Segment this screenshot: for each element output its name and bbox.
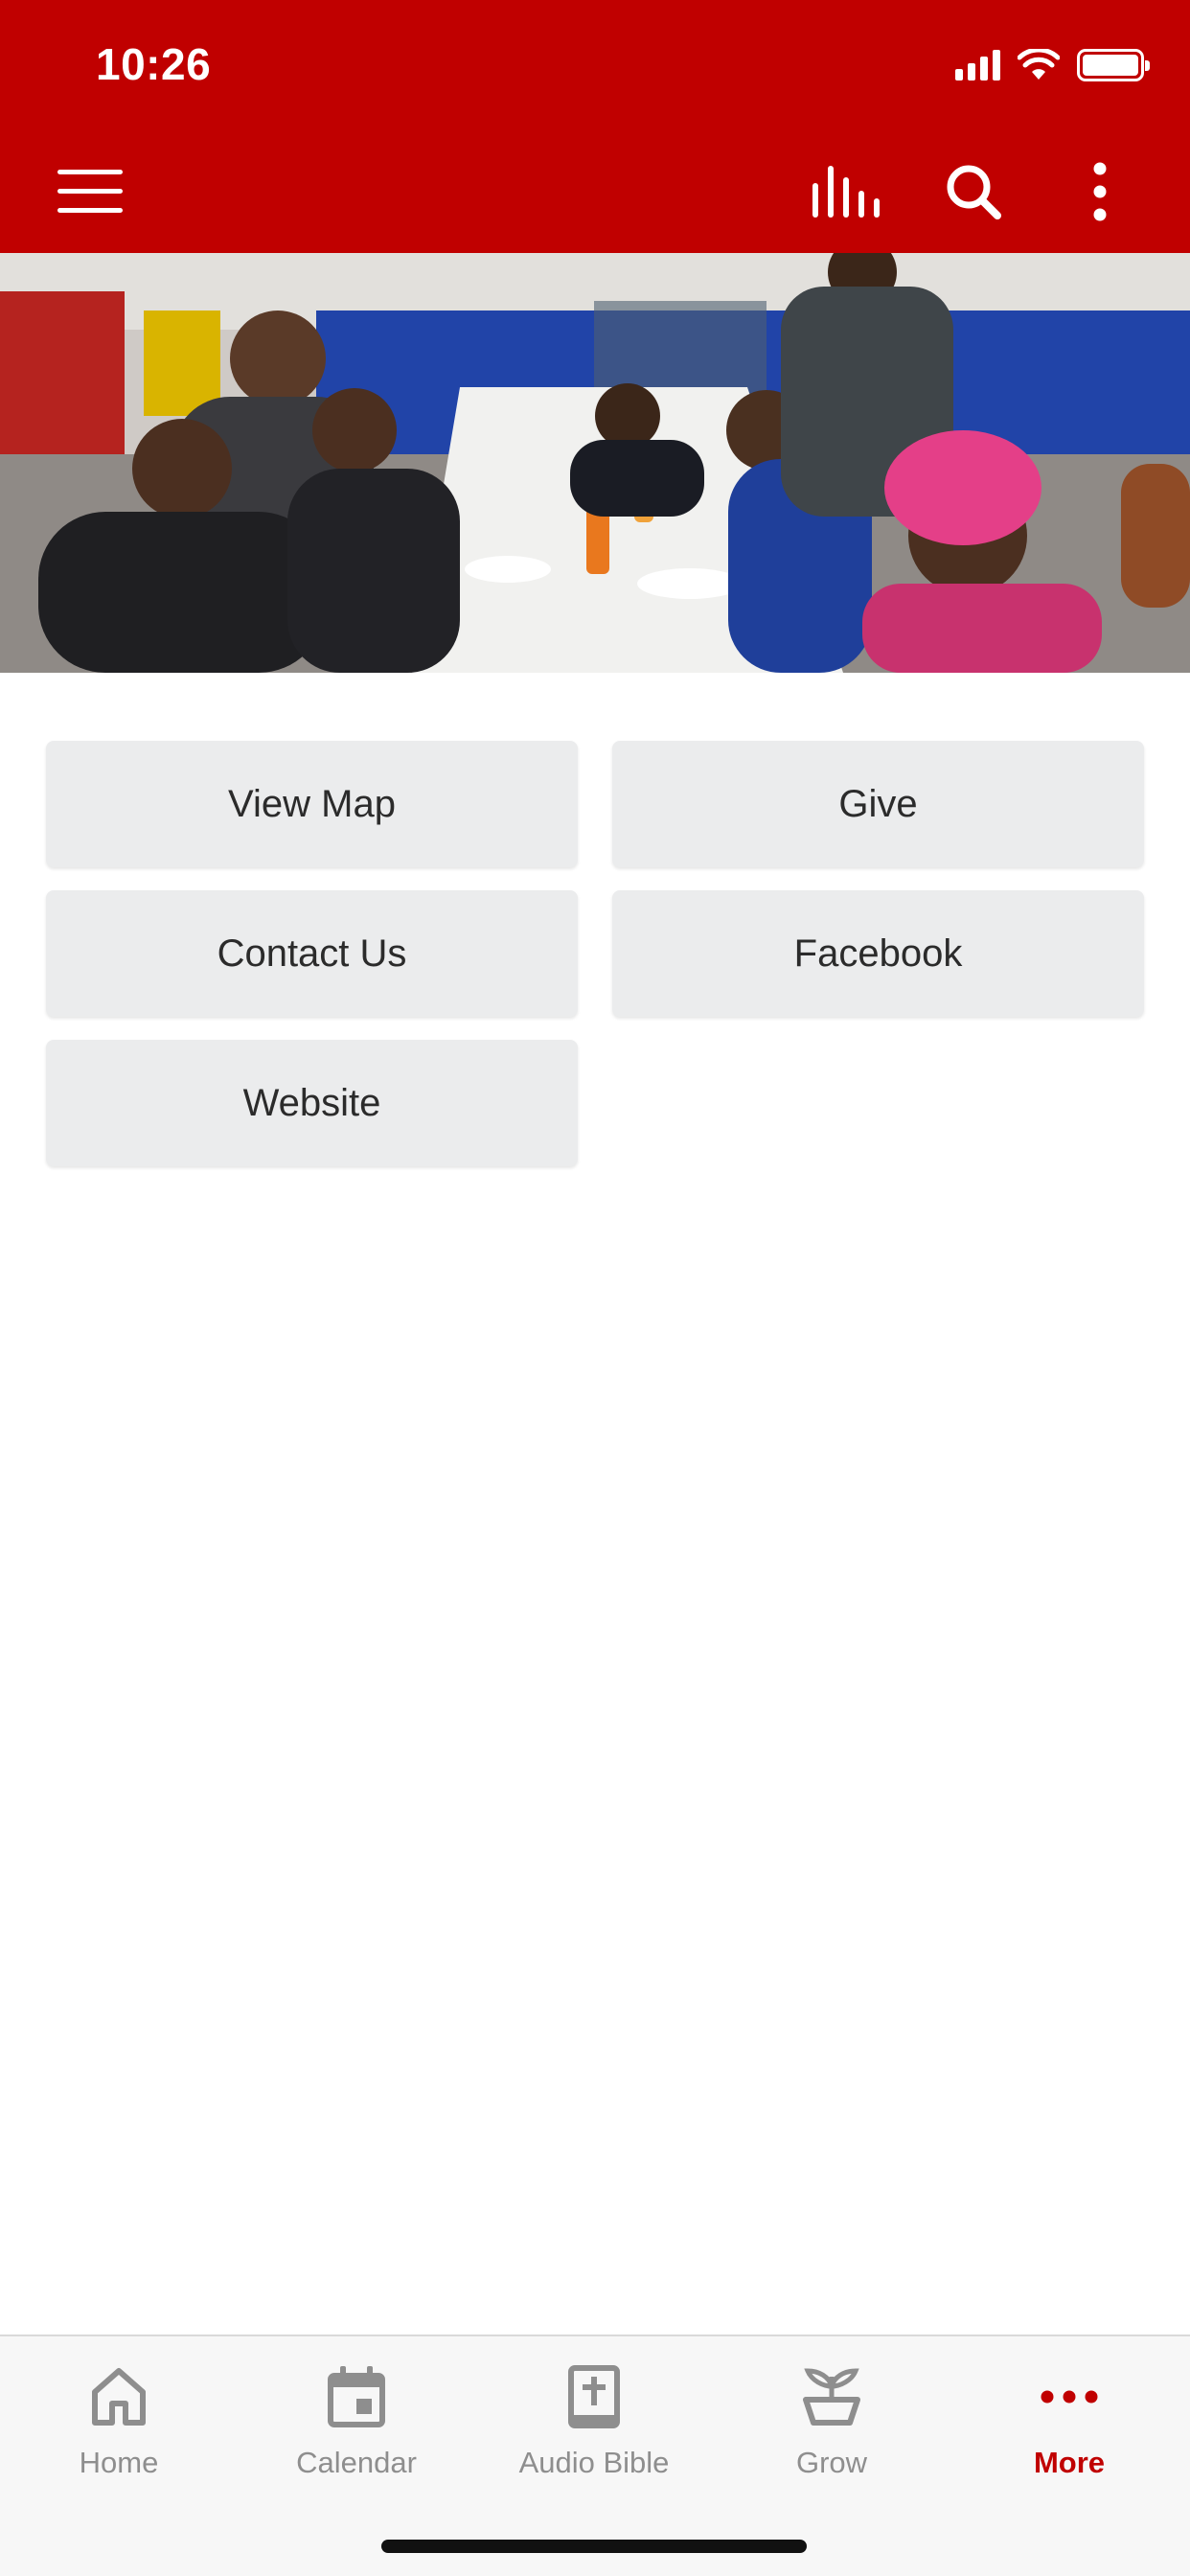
bible-icon	[561, 2363, 628, 2430]
facebook-button[interactable]: Facebook	[612, 890, 1144, 1017]
contact-us-button[interactable]: Contact Us	[46, 890, 578, 1017]
website-button[interactable]: Website	[46, 1040, 578, 1166]
give-button[interactable]: Give	[612, 741, 1144, 867]
search-button[interactable]	[935, 153, 1012, 230]
plant-icon	[798, 2363, 865, 2430]
action-grid: View Map Give Contact Us Facebook Websit…	[46, 741, 1144, 1166]
audio-button[interactable]	[808, 153, 884, 230]
status-icons	[955, 46, 1150, 84]
overflow-menu-button[interactable]	[1062, 153, 1138, 230]
tab-calendar[interactable]: Calendar	[238, 2356, 475, 2499]
tab-audio-bible[interactable]: Audio Bible	[475, 2356, 713, 2499]
tab-label: Calendar	[296, 2446, 417, 2479]
hero-photo-illustration	[0, 253, 1190, 673]
tab-home[interactable]: Home	[0, 2356, 238, 2499]
audio-bars-icon	[812, 166, 880, 218]
hero-photo	[0, 253, 1190, 673]
cellular-signal-icon	[955, 50, 1000, 80]
battery-icon	[1077, 49, 1150, 81]
view-map-button[interactable]: View Map	[46, 741, 578, 867]
tab-label: Grow	[795, 2446, 868, 2479]
home-indicator[interactable]	[381, 2540, 807, 2553]
search-icon	[947, 165, 1001, 219]
status-time: 10:26	[96, 39, 212, 89]
menu-button[interactable]	[52, 153, 128, 230]
tab-more[interactable]: More	[950, 2356, 1188, 2499]
more-dots-icon	[1036, 2363, 1103, 2430]
app-header: 10:26	[0, 0, 1190, 253]
tab-label: Audio Bible	[518, 2446, 670, 2479]
hamburger-icon	[57, 170, 123, 213]
tab-label: Home	[79, 2446, 159, 2479]
home-icon	[85, 2363, 152, 2430]
tab-grow[interactable]: Grow	[713, 2356, 950, 2499]
calendar-icon	[323, 2363, 390, 2430]
tab-label: More	[1033, 2446, 1106, 2479]
wifi-icon	[1018, 49, 1060, 80]
vertical-dots-icon	[1093, 162, 1107, 221]
